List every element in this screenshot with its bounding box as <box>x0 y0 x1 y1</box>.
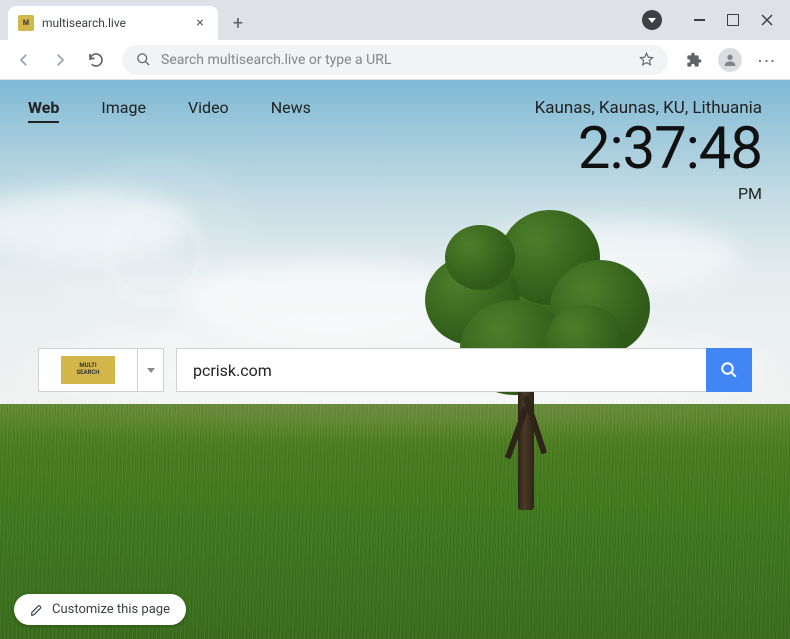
reload-button[interactable] <box>80 44 112 76</box>
engine-logo: MULTI SEARCH <box>61 356 115 384</box>
browser-tab[interactable]: M multisearch.live × <box>8 6 218 40</box>
address-bar[interactable]: Search multisearch.live or type a URL <box>122 45 668 75</box>
page-header: Web Image Video News Kaunas, Kaunas, KU,… <box>0 80 790 203</box>
search-category-tabs: Web Image Video News <box>28 98 311 123</box>
tab-news[interactable]: News <box>271 98 311 123</box>
customize-label: Customize this page <box>52 602 170 617</box>
close-window-button[interactable] <box>752 5 782 35</box>
engine-dropdown-icon[interactable] <box>138 348 164 392</box>
ampm-text: PM <box>535 184 762 203</box>
search-icon <box>136 52 151 67</box>
search-button[interactable] <box>706 348 752 392</box>
close-tab-icon[interactable]: × <box>192 15 208 31</box>
forward-button[interactable] <box>44 44 76 76</box>
clock-widget: Kaunas, Kaunas, KU, Lithuania 2:37:48 PM <box>535 98 762 203</box>
extensions-icon[interactable] <box>678 44 710 76</box>
maximize-button[interactable] <box>718 5 748 35</box>
title-bar: M multisearch.live × + <box>0 0 790 40</box>
profile-avatar[interactable] <box>714 44 746 76</box>
tab-video[interactable]: Video <box>188 98 229 123</box>
tab-image[interactable]: Image <box>101 98 146 123</box>
pencil-icon <box>30 603 44 617</box>
search-tabs-icon[interactable] <box>642 10 662 30</box>
back-button[interactable] <box>8 44 40 76</box>
time-text: 2:37:48 <box>535 120 762 178</box>
page-content: Web Image Video News Kaunas, Kaunas, KU,… <box>0 80 790 639</box>
omnibox-placeholder: Search multisearch.live or type a URL <box>161 52 629 68</box>
browser-toolbar: Search multisearch.live or type a URL ⋮ <box>0 40 790 80</box>
search-engine-selector[interactable]: MULTI SEARCH <box>38 348 138 392</box>
tab-web[interactable]: Web <box>28 98 59 123</box>
minimize-button[interactable] <box>684 5 714 35</box>
new-tab-button[interactable]: + <box>224 9 252 37</box>
search-icon <box>720 361 738 379</box>
search-bar: MULTI SEARCH <box>38 348 752 392</box>
tab-title: multisearch.live <box>42 16 184 30</box>
tab-favicon: M <box>18 15 34 31</box>
menu-button[interactable]: ⋮ <box>750 44 782 76</box>
customize-page-button[interactable]: Customize this page <box>14 594 186 625</box>
search-input[interactable] <box>176 348 706 392</box>
bookmark-star-icon[interactable] <box>639 52 654 67</box>
window-controls <box>642 0 790 40</box>
